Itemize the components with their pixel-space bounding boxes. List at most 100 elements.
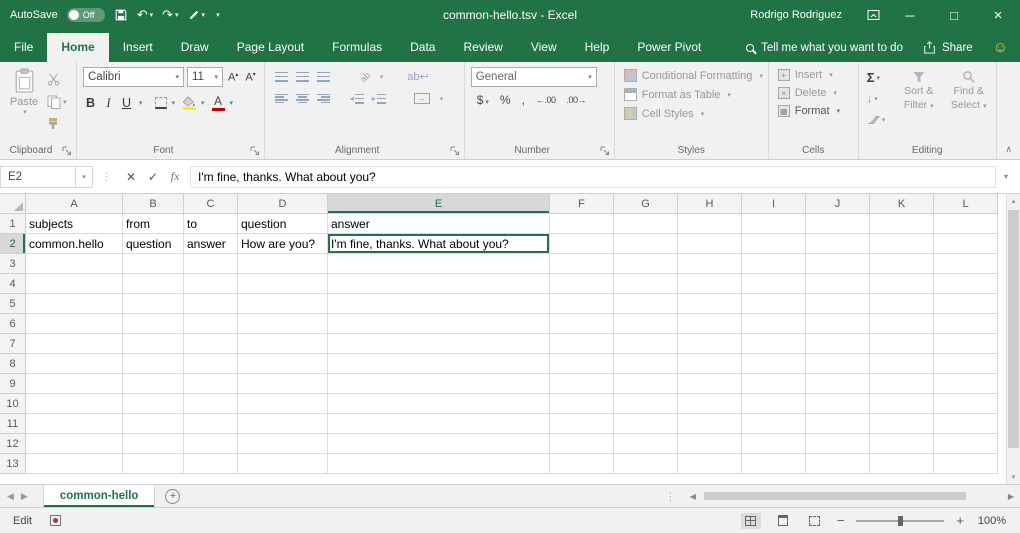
decrease-font-size-button[interactable]: A▾ bbox=[243, 71, 257, 84]
tab-page-layout[interactable]: Page Layout bbox=[223, 33, 318, 62]
cell-H5[interactable] bbox=[678, 294, 742, 314]
row-header-1[interactable]: 1 bbox=[0, 214, 26, 234]
clear-button[interactable]: ▾ bbox=[864, 110, 894, 129]
cell-A1[interactable]: subjects bbox=[26, 214, 123, 234]
cell-E2-active[interactable]: I'm fine, thanks. What about you? bbox=[328, 234, 550, 254]
cell-D13[interactable] bbox=[238, 454, 328, 474]
clipboard-dialog-launcher[interactable] bbox=[62, 145, 72, 155]
font-name-select[interactable]: Calibri▾ bbox=[83, 67, 184, 87]
find-select-button[interactable]: Find & Select ▾ bbox=[944, 66, 994, 129]
cell-K8[interactable] bbox=[870, 354, 934, 374]
cell-C12[interactable] bbox=[184, 434, 238, 454]
delete-cells-button[interactable]: ×Delete▾ bbox=[771, 84, 856, 102]
pen-mode-button[interactable]: ▾ bbox=[188, 9, 206, 21]
page-layout-view-button[interactable] bbox=[773, 513, 793, 529]
ribbon-display-options-button[interactable] bbox=[858, 0, 888, 30]
borders-button[interactable] bbox=[155, 97, 167, 109]
cell-E1[interactable]: answer bbox=[328, 214, 550, 234]
cell-G10[interactable] bbox=[614, 394, 678, 414]
cell-J3[interactable] bbox=[806, 254, 870, 274]
cancel-button[interactable]: ✕ bbox=[120, 170, 142, 184]
underline-button[interactable]: U bbox=[119, 96, 134, 110]
name-box[interactable]: E2 bbox=[0, 166, 76, 188]
cell-L4[interactable] bbox=[934, 274, 998, 294]
cell-H12[interactable] bbox=[678, 434, 742, 454]
tab-formulas[interactable]: Formulas bbox=[318, 33, 396, 62]
row-header-2[interactable]: 2 bbox=[0, 234, 26, 254]
zoom-slider[interactable] bbox=[856, 520, 944, 522]
cell-F9[interactable] bbox=[550, 374, 614, 394]
cell-I13[interactable] bbox=[742, 454, 806, 474]
cell-K10[interactable] bbox=[870, 394, 934, 414]
cell-K2[interactable] bbox=[870, 234, 934, 254]
cell-H11[interactable] bbox=[678, 414, 742, 434]
row-header-11[interactable]: 11 bbox=[0, 414, 26, 434]
formula-input[interactable]: I'm fine, thanks. What about you? bbox=[190, 166, 996, 188]
cell-H1[interactable] bbox=[678, 214, 742, 234]
cell-B6[interactable] bbox=[123, 314, 184, 334]
cell-J6[interactable] bbox=[806, 314, 870, 334]
share-button[interactable]: Share bbox=[923, 41, 973, 54]
zoom-level[interactable]: 100% bbox=[976, 515, 1006, 527]
horizontal-scrollbar-thumb[interactable] bbox=[704, 492, 966, 500]
zoom-out-button[interactable]: − bbox=[837, 513, 845, 528]
font-dialog-launcher[interactable] bbox=[250, 145, 260, 155]
cell-C9[interactable] bbox=[184, 374, 238, 394]
previous-sheet-button[interactable]: ◀ bbox=[0, 491, 21, 502]
cell-C3[interactable] bbox=[184, 254, 238, 274]
autosave-toggle[interactable]: Off bbox=[67, 8, 105, 22]
cell-C2[interactable]: answer bbox=[184, 234, 238, 254]
align-center-button[interactable] bbox=[296, 94, 309, 104]
copy-button[interactable]: ▾ bbox=[44, 92, 70, 111]
cell-B4[interactable] bbox=[123, 274, 184, 294]
cell-C7[interactable] bbox=[184, 334, 238, 354]
cell-L11[interactable] bbox=[934, 414, 998, 434]
cell-F10[interactable] bbox=[550, 394, 614, 414]
cell-D5[interactable] bbox=[238, 294, 328, 314]
minimize-button[interactable]: ─ bbox=[888, 0, 932, 30]
row-header-5[interactable]: 5 bbox=[0, 294, 26, 314]
next-sheet-button[interactable]: ▶ bbox=[21, 491, 35, 502]
cell-G3[interactable] bbox=[614, 254, 678, 274]
tab-help[interactable]: Help bbox=[571, 33, 624, 62]
orientation-button[interactable]: ab bbox=[358, 69, 372, 83]
chevron-down-icon[interactable]: ▾ bbox=[202, 11, 206, 19]
cell-J7[interactable] bbox=[806, 334, 870, 354]
cell-I8[interactable] bbox=[742, 354, 806, 374]
autosum-button[interactable]: Σ▾ bbox=[864, 68, 894, 87]
cell-E6[interactable] bbox=[328, 314, 550, 334]
cell-I2[interactable] bbox=[742, 234, 806, 254]
cell-L1[interactable] bbox=[934, 214, 998, 234]
bold-button[interactable]: B bbox=[83, 96, 98, 110]
cell-E3[interactable] bbox=[328, 254, 550, 274]
cell-G12[interactable] bbox=[614, 434, 678, 454]
cell-C10[interactable] bbox=[184, 394, 238, 414]
align-bottom-button[interactable] bbox=[317, 72, 330, 82]
cell-D1[interactable]: question bbox=[238, 214, 328, 234]
cell-D10[interactable] bbox=[238, 394, 328, 414]
cell-L8[interactable] bbox=[934, 354, 998, 374]
cell-E10[interactable] bbox=[328, 394, 550, 414]
cell-K1[interactable] bbox=[870, 214, 934, 234]
redo-button[interactable]: ↷▾ bbox=[162, 7, 178, 23]
cell-L3[interactable] bbox=[934, 254, 998, 274]
cell-K7[interactable] bbox=[870, 334, 934, 354]
cell-E13[interactable] bbox=[328, 454, 550, 474]
merge-center-button[interactable]: ↔ bbox=[414, 93, 430, 104]
cell-B13[interactable] bbox=[123, 454, 184, 474]
cell-J2[interactable] bbox=[806, 234, 870, 254]
cell-I6[interactable] bbox=[742, 314, 806, 334]
cell-J13[interactable] bbox=[806, 454, 870, 474]
cell-F2[interactable] bbox=[550, 234, 614, 254]
cell-D7[interactable] bbox=[238, 334, 328, 354]
cell-B9[interactable] bbox=[123, 374, 184, 394]
cell-G2[interactable] bbox=[614, 234, 678, 254]
row-header-3[interactable]: 3 bbox=[0, 254, 26, 274]
row-header-4[interactable]: 4 bbox=[0, 274, 26, 294]
format-as-table-button[interactable]: Format as Table▾ bbox=[617, 85, 766, 104]
fill-color-button[interactable] bbox=[182, 96, 196, 110]
cell-J8[interactable] bbox=[806, 354, 870, 374]
chevron-down-icon[interactable]: ▾ bbox=[440, 95, 444, 103]
increase-indent-button[interactable]: ▸ bbox=[372, 94, 386, 104]
cell-C13[interactable] bbox=[184, 454, 238, 474]
